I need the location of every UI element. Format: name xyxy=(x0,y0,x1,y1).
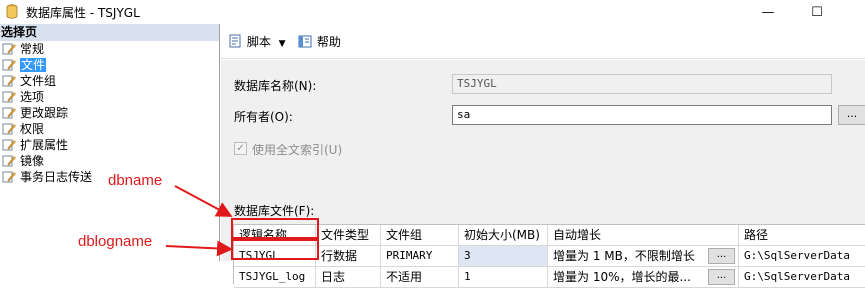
filegroup-cell: 不适用 xyxy=(381,267,459,288)
autogrowth-edit-button[interactable]: ... xyxy=(708,269,735,285)
path-cell[interactable]: G:\SqlServerData xyxy=(739,267,865,288)
dblogname-arrow xyxy=(165,240,233,257)
autogrowth-text: 增量为 10%，增长的最... xyxy=(553,270,691,284)
table-row[interactable]: TSJYGL_log 日志 不适用 1 增量为 10%，增长的最... ... … xyxy=(234,267,865,288)
dbname-arrow xyxy=(174,185,233,217)
annotation-arrows xyxy=(165,185,233,257)
logical-name-cell[interactable]: TSJYGL_log xyxy=(234,267,316,288)
initial-size-cell[interactable]: 1 xyxy=(459,267,548,288)
file-type-cell: 日志 xyxy=(316,267,381,288)
